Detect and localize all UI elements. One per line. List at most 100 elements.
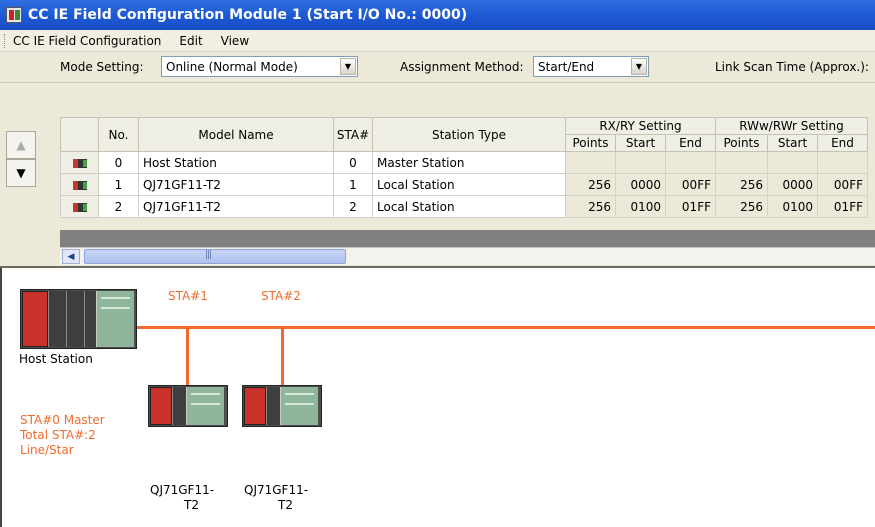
master-info-line3: Line/Star [20, 443, 74, 457]
cell-model-name[interactable]: QJ71GF11-T2 [138, 195, 334, 218]
cell-rw-points[interactable]: 256 [715, 195, 768, 218]
cell-sta[interactable]: 2 [333, 195, 373, 218]
cell-rx-end[interactable]: 01FF [665, 195, 716, 218]
station-1-module[interactable] [148, 385, 228, 427]
cell-rw-end[interactable]: 00FF [817, 173, 868, 196]
cpu-block [244, 387, 266, 425]
chevron-down-icon[interactable]: ▼ [631, 58, 647, 75]
sta2-drop-line [281, 329, 284, 385]
header-sta[interactable]: STA# [333, 117, 373, 152]
menu-cc-ie-field-configuration[interactable]: CC IE Field Configuration [13, 34, 161, 48]
move-down-button[interactable]: ▼ [6, 159, 36, 187]
mode-setting-label: Mode Setting: [60, 60, 144, 74]
header-model-name[interactable]: Model Name [138, 117, 334, 152]
title-bar: CC IE Field Configuration Module 1 (Star… [0, 0, 875, 30]
cell-station-type[interactable]: Local Station [372, 173, 566, 196]
slot-block [172, 387, 186, 425]
cell-rx-end[interactable]: 00FF [665, 173, 716, 196]
table-empty-area [60, 230, 875, 247]
station-table: No. Model Name STA# Station Type RX/RY S… [60, 117, 868, 218]
toolbar-grip[interactable] [4, 33, 7, 48]
station-2-module[interactable] [242, 385, 322, 427]
table-header-row: No. Model Name STA# Station Type RX/RY S… [60, 117, 868, 152]
cell-rx-start[interactable]: 0000 [615, 173, 666, 196]
header-station-type[interactable]: Station Type [372, 117, 566, 152]
header-no[interactable]: No. [98, 117, 139, 152]
move-up-button[interactable]: ▲ [6, 131, 36, 159]
table-row[interactable]: 2 QJ71GF11-T2 2 Local Station 256 0100 0… [60, 195, 868, 218]
table-row[interactable]: 1 QJ71GF11-T2 1 Local Station 256 0000 0… [60, 173, 868, 196]
module-status-icon [60, 173, 99, 196]
host-station-label: Host Station [19, 352, 93, 366]
module-status-icon [60, 195, 99, 218]
header-rw-end[interactable]: End [817, 134, 868, 152]
cell-station-type[interactable]: Local Station [372, 195, 566, 218]
menu-view[interactable]: View [221, 34, 249, 48]
cell-sta[interactable]: 0 [333, 151, 373, 174]
slot-block [48, 291, 66, 347]
cell-model-name[interactable]: QJ71GF11-T2 [138, 173, 334, 196]
network-diagram: STA#1 STA#2 Host Station STA#0 Master To… [0, 266, 875, 527]
diagram-left-border [0, 268, 2, 527]
settings-bar: Mode Setting: Online (Normal Mode) ▼ Ass… [0, 52, 875, 83]
header-rw-start[interactable]: Start [767, 134, 818, 152]
station-1-model-line1: QJ71GF11- [150, 483, 215, 497]
cell-rw-end[interactable] [817, 151, 868, 174]
triangle-down-icon: ▼ [16, 166, 26, 180]
header-rwwrwr-setting[interactable]: RWw/RWr Setting [715, 117, 868, 135]
slot-block [84, 291, 96, 347]
cell-rw-start[interactable] [767, 151, 818, 174]
cell-station-type[interactable]: Master Station [372, 151, 566, 174]
cell-rw-points[interactable] [715, 151, 768, 174]
cpu-block [150, 387, 172, 425]
cell-rw-end[interactable]: 01FF [817, 195, 868, 218]
menu-edit[interactable]: Edit [179, 34, 202, 48]
sta1-drop-line [186, 329, 189, 385]
assignment-method-select[interactable]: Start/End ▼ [533, 56, 649, 77]
mode-setting-value: Online (Normal Mode) [166, 60, 298, 74]
station-1-model-line2: T2 [184, 498, 199, 512]
cell-rx-points[interactable]: 256 [565, 195, 616, 218]
cell-rx-start[interactable] [615, 151, 666, 174]
station-2-model-line2: T2 [278, 498, 293, 512]
cell-rx-points[interactable]: 256 [565, 173, 616, 196]
cell-rx-start[interactable]: 0100 [615, 195, 666, 218]
horizontal-scrollbar[interactable]: ◀ [60, 247, 875, 265]
header-rxry-setting[interactable]: RX/RY Setting [565, 117, 716, 135]
network-module-block [280, 387, 318, 425]
master-info-line2: Total STA#:2 [20, 428, 96, 442]
link-scan-time-label: Link Scan Time (Approx.): [715, 60, 869, 74]
header-icon-col [60, 117, 99, 152]
sta2-label: STA#2 [261, 289, 301, 303]
cell-rw-start[interactable]: 0100 [767, 195, 818, 218]
cell-rx-points[interactable] [565, 151, 616, 174]
cell-model-name[interactable]: Host Station [138, 151, 334, 174]
header-rw-points[interactable]: Points [715, 134, 768, 152]
app-icon [6, 7, 22, 23]
assignment-method-label: Assignment Method: [400, 60, 524, 74]
table-row[interactable]: 0 Host Station 0 Master Station [60, 151, 868, 174]
cell-no[interactable]: 2 [98, 195, 139, 218]
triangle-up-icon: ▲ [16, 138, 26, 152]
header-rx-end[interactable]: End [665, 134, 716, 152]
header-rx-start[interactable]: Start [615, 134, 666, 152]
menu-bar: CC IE Field Configuration Edit View [0, 30, 875, 52]
chevron-down-icon[interactable]: ▼ [340, 58, 356, 75]
cell-no[interactable]: 1 [98, 173, 139, 196]
cell-no[interactable]: 0 [98, 151, 139, 174]
network-module-block [96, 291, 134, 347]
cell-sta[interactable]: 1 [333, 173, 373, 196]
header-rx-points[interactable]: Points [565, 134, 616, 152]
slot-block [266, 387, 280, 425]
scroll-left-icon[interactable]: ◀ [62, 249, 80, 264]
mode-setting-select[interactable]: Online (Normal Mode) ▼ [161, 56, 358, 77]
cell-rx-end[interactable] [665, 151, 716, 174]
network-module-block [186, 387, 224, 425]
cell-rw-points[interactable]: 256 [715, 173, 768, 196]
network-bus-line [137, 326, 875, 329]
cell-rw-start[interactable]: 0000 [767, 173, 818, 196]
slot-block [66, 291, 84, 347]
scrollbar-thumb[interactable] [84, 249, 346, 264]
master-info-line1: STA#0 Master [20, 413, 105, 427]
host-station-module[interactable] [20, 289, 137, 349]
